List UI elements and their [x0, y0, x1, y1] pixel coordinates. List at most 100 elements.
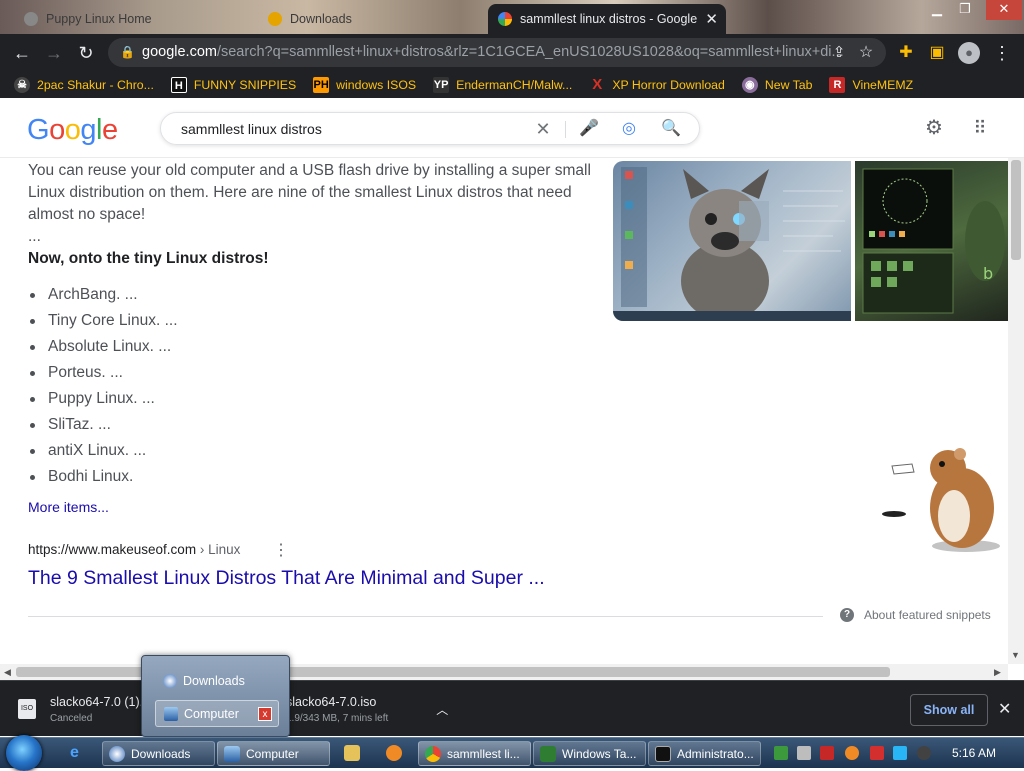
scroll-right-arrow-icon[interactable]: ▶ — [994, 667, 1001, 678]
iso-file-icon: ISO — [18, 699, 36, 719]
share-icon[interactable]: ⇪ — [828, 42, 850, 64]
show-all-button[interactable]: Show all — [910, 694, 988, 726]
tab-puppy-linux[interactable]: Puppy Linux Home — [14, 4, 254, 34]
tray-network-icon[interactable] — [893, 746, 907, 760]
x-icon: X — [592, 75, 603, 93]
taskbar-downloads[interactable]: Downloads — [102, 741, 215, 766]
bookmark-label: VineMEMZ — [852, 77, 914, 92]
svg-text:b: b — [983, 264, 993, 283]
bookmark-xp-horror[interactable]: X XP Horror Download — [589, 75, 725, 93]
download-status: 1.9/343 MB, 7 mins left — [286, 712, 389, 724]
bookmark-vinememz[interactable]: R VineMEMZ — [829, 76, 914, 93]
taskbar-computer[interactable]: Computer — [217, 741, 330, 766]
close-tab-icon[interactable]: ✕ — [705, 10, 718, 28]
about-featured-snippets[interactable]: ? About featured snippets — [840, 608, 991, 622]
list-item: Puppy Linux. ... — [30, 386, 178, 412]
taskbar-administrator-cmd[interactable]: Administrato... — [648, 741, 761, 766]
result-options-icon[interactable]: ⋮ — [273, 540, 289, 560]
star-favicon-icon — [268, 12, 282, 26]
tab-google-search[interactable]: sammllest linux distros - Google ✕ — [488, 4, 726, 34]
tab-title: sammllest linux distros - Google — [520, 12, 698, 26]
settings-gear-icon[interactable]: ⚙ — [924, 118, 944, 138]
download-item[interactable]: slacko64-7.0.iso 1.9/343 MB, 7 mins left … — [286, 681, 456, 737]
snippet-image-bulldog[interactable] — [613, 161, 851, 321]
bookmark-label: FUNNY SNIPPIES — [193, 77, 297, 92]
source-url[interactable]: https://www.makeuseof.com › Linux — [28, 542, 240, 557]
clear-search-icon[interactable]: ✕ — [533, 119, 553, 139]
apps-grid-icon[interactable]: ⠿ — [970, 118, 990, 138]
taskbar-chrome-search[interactable]: sammllest li... — [418, 741, 531, 766]
snippet-image-terminal[interactable]: b — [855, 161, 1008, 321]
bookmark-label: EndermanCH/Malw... — [456, 77, 573, 92]
tray-search-icon[interactable] — [845, 746, 859, 760]
google-favicon-icon — [498, 12, 512, 26]
bookmark-funny-snippies[interactable]: H FUNNY SNIPPIES — [170, 76, 297, 93]
forward-icon[interactable]: → — [43, 42, 65, 64]
close-window-icon[interactable]: x — [258, 706, 272, 721]
globe-icon: ◉ — [741, 76, 758, 93]
divider — [28, 616, 823, 617]
tab-downloads[interactable]: Downloads — [258, 4, 488, 34]
image-search-icon[interactable]: ◎ — [619, 119, 639, 139]
scroll-left-arrow-icon[interactable]: ◀ — [4, 667, 11, 678]
search-input[interactable] — [181, 119, 521, 139]
snippet-ellipsis: ... — [28, 228, 41, 245]
vertical-scroll-thumb[interactable] — [1011, 160, 1021, 260]
lock-icon: 🔒 — [120, 45, 135, 59]
bookmark-new-tab[interactable]: ◉ New Tab — [741, 76, 812, 93]
list-item: ArchBang. ... — [30, 282, 178, 308]
media-player-icon[interactable] — [344, 745, 360, 761]
search-box[interactable]: ✕ 🎤 ◎ 🔍 — [160, 112, 700, 145]
close-shelf-icon[interactable]: ✕ — [998, 699, 1011, 719]
bookmark-label: windows ISOS — [336, 77, 417, 92]
address-bar[interactable]: 🔒 google.com/search?q=sammllest+linux+dis… — [108, 38, 886, 67]
hamster-desktop-pet — [882, 448, 1000, 552]
tray-flag-icon[interactable] — [870, 746, 884, 760]
internet-explorer-icon[interactable]: e — [70, 745, 86, 761]
system-clock[interactable]: 5:16 AM — [952, 746, 996, 760]
tray-volume-icon[interactable] — [917, 746, 931, 760]
bookmark-star-icon[interactable]: ☆ — [855, 42, 877, 64]
restore-icon[interactable]: ❐ — [952, 0, 978, 20]
profile-avatar-icon[interactable]: ● — [958, 42, 980, 64]
scroll-down-arrow-icon[interactable]: ▼ — [1011, 650, 1020, 660]
start-button[interactable] — [6, 735, 42, 771]
side-panel-icon[interactable]: ▣ — [926, 42, 948, 64]
computer-icon — [164, 706, 178, 721]
reload-icon[interactable]: ↻ — [75, 42, 97, 64]
bookmark-label: 2pac Shakur - Chro... — [37, 77, 154, 92]
paint-icon[interactable] — [386, 745, 402, 761]
chrome-icon — [109, 745, 125, 762]
list-item: antiX Linux. ... — [30, 438, 178, 464]
computer-icon — [224, 745, 240, 762]
taskbar-windows-task-manager[interactable]: Windows Ta... — [533, 741, 646, 766]
bookmark-endermanch[interactable]: YP EndermanCH/Malw... — [433, 76, 573, 93]
back-icon[interactable]: ← — [11, 42, 33, 64]
extensions-icon[interactable]: ✚ — [895, 42, 917, 64]
voice-search-icon[interactable]: 🎤 — [579, 119, 599, 139]
puppy-favicon-icon — [24, 12, 38, 26]
terminal-desktop-image: b — [862, 168, 1005, 314]
bulldog-image — [613, 167, 851, 321]
chevron-up-icon[interactable]: ︿ — [436, 701, 448, 718]
bookmark-windows-isos[interactable]: PH windows ISOS — [313, 76, 417, 93]
bookmark-2pac[interactable]: ☠ 2pac Shakur - Chro... — [14, 76, 154, 93]
popup-item-downloads[interactable]: Downloads — [155, 667, 279, 694]
chrome-icon — [425, 745, 441, 762]
tray-v-icon[interactable] — [820, 746, 834, 760]
popup-item-label: Downloads — [183, 673, 245, 688]
tray-app-icon[interactable] — [797, 746, 811, 760]
more-items-link[interactable]: More items... — [28, 499, 109, 515]
h-icon: H — [170, 76, 187, 93]
popup-item-label: Computer — [184, 706, 239, 721]
search-icon[interactable]: 🔍 — [661, 119, 681, 139]
tray-app-icon[interactable] — [774, 746, 788, 760]
menu-kebab-icon[interactable]: ⋮ — [991, 42, 1013, 64]
google-logo[interactable]: Google — [27, 114, 118, 147]
close-window-icon[interactable]: ✕ — [986, 0, 1022, 20]
popup-item-computer[interactable]: Computer x — [155, 700, 279, 727]
taskbar-label: Downloads — [131, 746, 191, 761]
result-title-link[interactable]: The 9 Smallest Linux Distros That Are Mi… — [28, 567, 545, 590]
download-filename: slacko64-7.0.iso — [286, 694, 377, 709]
minimize-icon[interactable]: ▁ — [924, 0, 950, 20]
